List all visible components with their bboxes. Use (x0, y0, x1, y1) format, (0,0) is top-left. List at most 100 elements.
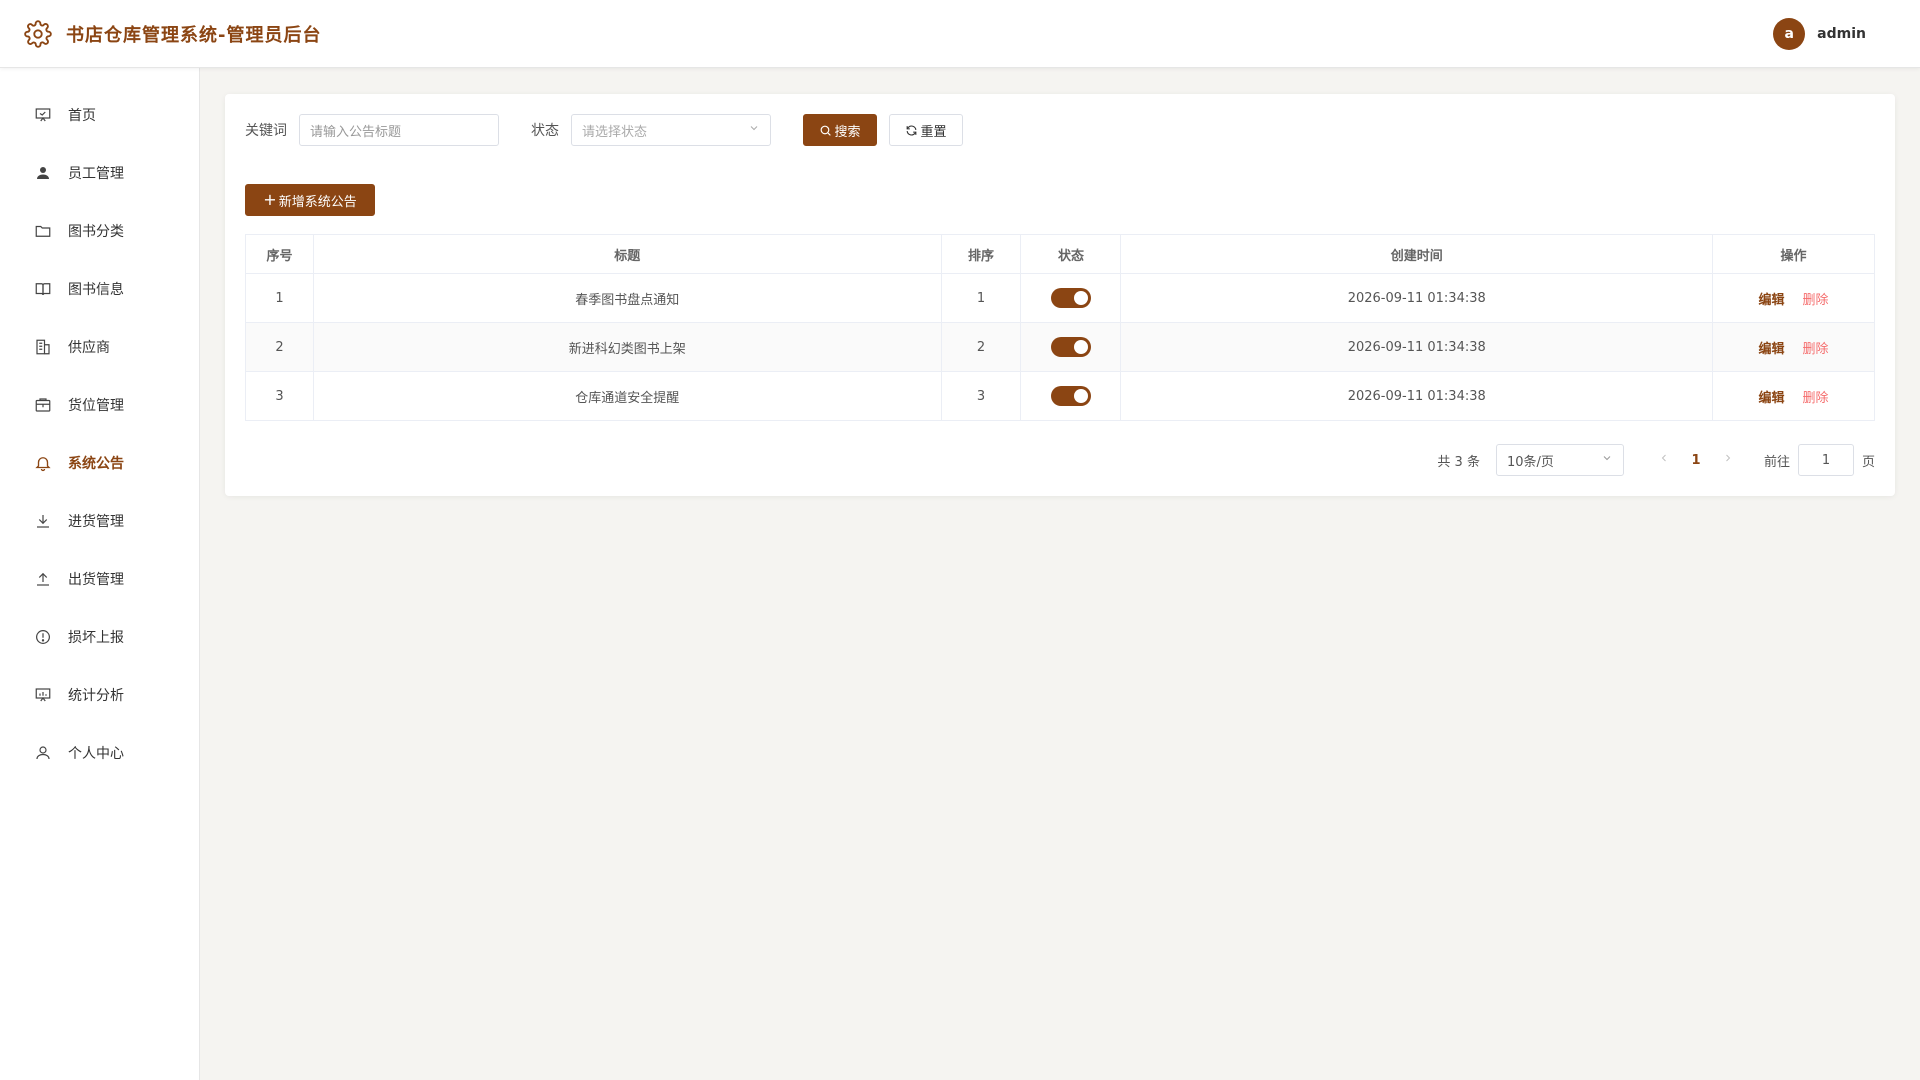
delete-button[interactable]: 删除 (1803, 391, 1829, 406)
page-suffix: 页 (1861, 454, 1875, 470)
edit-button[interactable]: 编辑 (1759, 293, 1785, 308)
sidebar-item-inbound[interactable]: 进货管理 (0, 492, 199, 550)
reset-button-label: 重置 (920, 124, 947, 140)
toolbar: + 新增系统公告 (245, 184, 1875, 216)
goto-label: 前往 (1763, 454, 1790, 470)
edit-button[interactable]: 编辑 (1759, 342, 1785, 357)
sidebar-item-book-info[interactable]: 图书信息 (0, 260, 199, 318)
page-size-select[interactable]: 10条/页 (1495, 444, 1624, 476)
search-button-label: 搜索 (834, 124, 861, 140)
cell-created: 2026-09-11 01:34:38 (1120, 273, 1714, 323)
search-button[interactable]: 搜索 (803, 114, 877, 146)
column-header-actions: 操作 (1712, 234, 1875, 274)
prev-page-button[interactable] (1648, 452, 1680, 468)
sidebar-item-label: 货位管理 (68, 398, 124, 414)
status-toggle[interactable] (1050, 337, 1091, 357)
keyword-label: 关键词 (245, 123, 287, 139)
edit-button[interactable]: 编辑 (1759, 391, 1785, 406)
delete-button[interactable]: 删除 (1803, 342, 1829, 357)
status-select[interactable]: 请选择状态 (571, 114, 771, 146)
sidebar-item-label: 损坏上报 (68, 630, 124, 646)
column-header-status: 状态 (1020, 234, 1122, 274)
add-announcement-button[interactable]: + 新增系统公告 (245, 184, 375, 216)
sidebar-item-label: 进货管理 (68, 514, 124, 530)
user-icon (34, 164, 52, 182)
keyword-input[interactable]: 请输入公告标题 (299, 114, 499, 146)
brand: 书店仓库管理系统-管理员后台 (24, 19, 322, 48)
cell-index: 2 (245, 322, 314, 372)
sidebar-item-outbound[interactable]: 出货管理 (0, 550, 199, 608)
sidebar-item-label: 统计分析 (68, 688, 124, 704)
sidebar-item-supplier[interactable]: 供应商 (0, 318, 199, 376)
chevron-right-icon (1726, 454, 1731, 462)
refresh-icon (907, 125, 917, 135)
table-row: 1 春季图书盘点通知 1 2026-09-11 01:34:38 编辑 删除 (245, 273, 1875, 323)
page-size-value: 10条/页 (1506, 454, 1554, 470)
cell-index: 3 (245, 371, 314, 421)
sidebar-item-statistics[interactable]: 统计分析 (0, 666, 199, 724)
search-form: 关键词 请输入公告标题 状态 请选择状态 搜索 重置 (245, 114, 1875, 146)
status-label: 状态 (531, 123, 559, 139)
reset-button[interactable]: 重置 (889, 114, 963, 146)
goto-page-value: 1 (1821, 452, 1831, 468)
chevron-left-icon (1661, 454, 1666, 462)
page-number-current[interactable]: 1 (1680, 453, 1712, 468)
cell-actions: 编辑 删除 (1712, 273, 1875, 323)
table-row: 3 仓库通道安全提醒 3 2026-09-11 01:34:38 编辑 删除 (245, 371, 1875, 421)
next-page-button[interactable] (1712, 452, 1744, 468)
status-toggle[interactable] (1050, 386, 1091, 406)
sidebar-item-home[interactable]: 首页 (0, 86, 199, 144)
folder-icon (34, 222, 52, 240)
cell-actions: 编辑 删除 (1712, 322, 1875, 372)
user-outline-icon (34, 744, 52, 762)
sidebar-item-label: 图书分类 (68, 224, 124, 240)
cell-index: 1 (245, 273, 314, 323)
add-button-label: 新增系统公告 (278, 194, 357, 210)
cell-title: 仓库通道安全提醒 (312, 371, 942, 421)
column-header-index: 序号 (245, 234, 314, 274)
gear-icon (24, 19, 52, 48)
presentation-board-icon (34, 106, 52, 124)
username[interactable]: admin (1817, 26, 1866, 42)
pagination: 共 3 条 10条/页 1 前往 1 页 (1437, 444, 1875, 476)
download-icon (34, 512, 52, 530)
cell-title: 新进科幻类图书上架 (312, 322, 942, 372)
upload-icon (34, 570, 52, 588)
book-icon (34, 280, 52, 298)
sidebar-item-damage-report[interactable]: 损坏上报 (0, 608, 199, 666)
column-header-sort: 排序 (940, 234, 1022, 274)
warning-circle-icon (34, 628, 52, 646)
sidebar-item-profile[interactable]: 个人中心 (0, 724, 199, 782)
cell-status (1020, 273, 1122, 323)
table-row: 2 新进科幻类图书上架 2 2026-09-11 01:34:38 编辑 删除 (245, 322, 1875, 372)
sidebar-item-staff[interactable]: 员工管理 (0, 144, 199, 202)
sidebar-item-location[interactable]: 货位管理 (0, 376, 199, 434)
plus-icon: + (263, 190, 277, 209)
building-icon (34, 338, 52, 356)
bell-icon (34, 454, 52, 472)
chart-board-icon (34, 686, 52, 704)
status-toggle[interactable] (1050, 288, 1091, 308)
total-count: 共 3 条 (1437, 454, 1480, 470)
cell-sort: 1 (940, 273, 1022, 323)
package-icon (34, 396, 52, 414)
search-icon (821, 125, 832, 136)
sidebar-item-announcement[interactable]: 系统公告 (0, 434, 199, 492)
goto-page-input[interactable]: 1 (1797, 444, 1854, 476)
user-menu[interactable]: a admin (1773, 17, 1866, 50)
sidebar-item-label: 系统公告 (68, 456, 124, 472)
sidebar-item-label: 出货管理 (68, 572, 124, 588)
delete-button[interactable]: 删除 (1803, 293, 1829, 308)
avatar[interactable]: a (1773, 17, 1806, 50)
keyword-placeholder: 请输入公告标题 (310, 124, 402, 140)
cell-sort: 3 (940, 371, 1022, 421)
sidebar: 首页 员工管理 图书分类 图书信息 供应商 货位管理 系统公告 进货管理 出货管… (0, 68, 200, 1080)
main-card: 关键词 请输入公告标题 状态 请选择状态 搜索 重置 + 新增系统公告 序号 标… (225, 94, 1895, 496)
sidebar-item-book-category[interactable]: 图书分类 (0, 202, 199, 260)
sidebar-item-label: 个人中心 (68, 746, 124, 762)
cell-sort: 2 (940, 322, 1022, 372)
top-header: 书店仓库管理系统-管理员后台 a admin (0, 0, 1920, 68)
cell-created: 2026-09-11 01:34:38 (1120, 371, 1714, 421)
app-title: 书店仓库管理系统-管理员后台 (66, 24, 322, 46)
cell-status (1020, 371, 1122, 421)
